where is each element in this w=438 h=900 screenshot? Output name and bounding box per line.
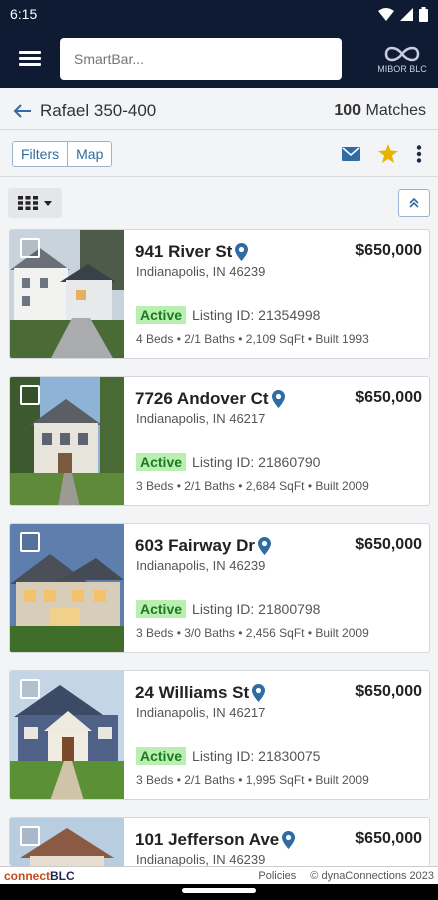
listing-select-checkbox[interactable] <box>20 385 40 405</box>
app-header: MIBOR BLC <box>0 28 438 88</box>
matches-number: 100 <box>334 101 362 119</box>
listing-photo[interactable] <box>10 377 124 505</box>
listing-details: 4 Beds • 2/1 Baths • 2,109 SqFt • Built … <box>136 332 369 346</box>
listing-city: Indianapolis, IN 46239 <box>136 558 266 573</box>
listing-select-checkbox[interactable] <box>20 238 40 258</box>
listing-photo[interactable] <box>10 524 124 652</box>
wifi-icon <box>378 7 394 21</box>
listing-status-line: Active Listing ID: 21860790 <box>136 453 320 471</box>
copyright-text: © dynaConnections 2023 <box>310 869 434 882</box>
address-text: 603 Fairway Dr <box>135 536 256 555</box>
listing-price: $650,000 <box>355 242 422 259</box>
status-badge: Active <box>136 453 187 471</box>
map-pin-icon[interactable] <box>282 831 296 849</box>
listing-address[interactable]: 603 Fairway Dr <box>135 536 272 556</box>
listing-city: Indianapolis, IN 46217 <box>136 705 266 720</box>
star-icon[interactable] <box>378 144 398 163</box>
listing-card[interactable]: 603 Fairway Dr $650,000 Indianapolis, IN… <box>9 523 430 653</box>
caret-down-icon <box>44 200 52 206</box>
listing-card[interactable]: 941 River St $650,000 Indianapolis, IN 4… <box>9 229 430 359</box>
connectblc-brand: connectBLC <box>4 869 75 883</box>
address-text: 941 River St <box>135 242 233 261</box>
toolbar: Filters Map <box>0 131 438 177</box>
smartbar-search-input[interactable] <box>60 38 342 80</box>
status-badge: Active <box>136 747 187 765</box>
email-icon[interactable] <box>342 146 360 161</box>
map-pin-icon[interactable] <box>252 684 266 702</box>
listing-details: 3 Beds • 2/1 Baths • 1,995 SqFt • Built … <box>136 773 369 787</box>
listing-photo[interactable] <box>10 818 124 866</box>
back-arrow-icon[interactable] <box>12 103 32 119</box>
policies-link[interactable]: Policies <box>258 870 296 882</box>
status-badge: Active <box>136 600 187 618</box>
map-button[interactable]: Map <box>67 141 112 166</box>
listing-status-line: Active Listing ID: 21800798 <box>136 600 320 618</box>
listing-photo[interactable] <box>10 671 124 799</box>
signal-icon <box>400 7 413 21</box>
listing-city: Indianapolis, IN 46239 <box>136 264 266 279</box>
grid-icon <box>18 196 38 210</box>
address-text: 101 Jefferson Ave <box>135 830 280 849</box>
status-time: 6:15 <box>10 6 38 22</box>
search-title: Rafael 350-400 <box>40 100 157 120</box>
footer: connectBLC Policies © dynaConnections 20… <box>0 866 438 884</box>
view-toggle-group: Filters Map <box>12 140 113 167</box>
listing-status-line: Active Listing ID: 21830075 <box>136 747 320 765</box>
listing-card[interactable]: 7726 Andover Ct $650,000 Indianapolis, I… <box>9 376 430 506</box>
listing-details: 3 Beds • 3/0 Baths • 2,456 SqFt • Built … <box>136 626 369 640</box>
listing-status-line: Active Listing ID: 21354998 <box>136 306 320 324</box>
filters-button[interactable]: Filters <box>13 141 68 166</box>
address-text: 7726 Andover Ct <box>135 389 269 408</box>
listing-details: 3 Beds • 2/1 Baths • 2,684 SqFt • Built … <box>136 479 369 493</box>
listing-card[interactable]: 101 Jefferson Ave $650,000 Indianapolis,… <box>9 817 430 866</box>
listing-select-checkbox[interactable] <box>20 532 40 552</box>
search-nav-row: Rafael 350-400 100 Matches <box>0 92 438 130</box>
listing-price: $650,000 <box>355 389 422 406</box>
listing-address[interactable]: 24 Williams St <box>135 683 266 703</box>
back-button[interactable]: Rafael 350-400 <box>12 101 156 121</box>
toolbar-icons <box>342 144 426 163</box>
system-nav-bar <box>0 884 438 900</box>
home-gesture-pill[interactable] <box>182 888 256 893</box>
more-vert-icon[interactable] <box>416 144 422 163</box>
status-badge: Active <box>136 306 187 324</box>
listing-card[interactable]: 24 Williams St $650,000 Indianapolis, IN… <box>9 670 430 800</box>
listing-price: $650,000 <box>355 830 422 847</box>
footer-links: Policies © dynaConnections 2023 <box>258 870 434 882</box>
map-pin-icon[interactable] <box>258 537 272 555</box>
listing-price: $650,000 <box>355 683 422 700</box>
listing-id: Listing ID: 21800798 <box>192 601 321 617</box>
view-options-row <box>0 186 438 220</box>
listing-photo[interactable] <box>10 230 124 358</box>
listing-select-checkbox[interactable] <box>20 826 40 846</box>
brand-part2: BLC <box>50 868 75 883</box>
mibor-blc-logo: MIBOR BLC <box>372 38 432 80</box>
logo-text: MIBOR BLC <box>377 64 427 74</box>
listing-select-checkbox[interactable] <box>20 679 40 699</box>
listing-id: Listing ID: 21830075 <box>192 748 321 764</box>
listing-id: Listing ID: 21354998 <box>192 307 321 323</box>
listing-address[interactable]: 941 River St <box>135 242 249 262</box>
listing-address[interactable]: 7726 Andover Ct <box>135 389 285 409</box>
battery-icon <box>419 6 428 22</box>
listing-price: $650,000 <box>355 536 422 553</box>
hamburger-menu-icon[interactable] <box>0 28 60 88</box>
listing-id: Listing ID: 21860790 <box>192 454 321 470</box>
collapse-all-button[interactable] <box>398 189 430 217</box>
brand-part1: connect <box>4 868 51 883</box>
infinity-logo-icon <box>384 46 420 62</box>
listing-city: Indianapolis, IN 46217 <box>136 411 266 426</box>
map-pin-icon[interactable] <box>235 243 249 261</box>
matches-label: Matches <box>365 101 426 119</box>
grid-view-dropdown[interactable] <box>8 188 62 218</box>
address-text: 24 Williams St <box>135 683 250 702</box>
listing-city: Indianapolis, IN 46239 <box>136 852 266 866</box>
status-bar: 6:15 <box>0 0 438 28</box>
double-chevron-up-icon <box>409 198 419 208</box>
listing-address[interactable]: 101 Jefferson Ave <box>135 830 296 850</box>
matches-count: 100 Matches <box>334 102 426 120</box>
map-pin-icon[interactable] <box>271 390 285 408</box>
status-icons <box>378 6 428 22</box>
